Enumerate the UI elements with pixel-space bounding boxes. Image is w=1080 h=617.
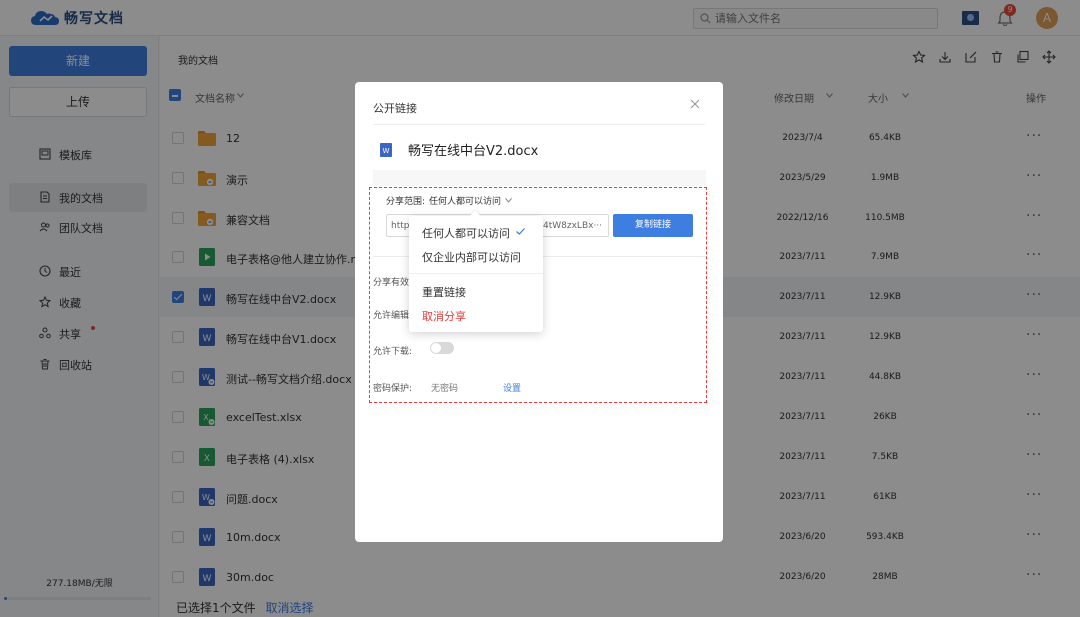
close-icon[interactable] bbox=[689, 98, 701, 110]
info-strip bbox=[373, 170, 706, 186]
set-password-link[interactable]: 设置 bbox=[503, 381, 521, 394]
allow-download-label: 允许下载: bbox=[373, 347, 413, 357]
divider bbox=[409, 273, 543, 274]
share-scope-selector[interactable]: 分享范围: 任何人都可以访问 bbox=[386, 194, 512, 207]
expiry-label: 分享有效 bbox=[373, 278, 410, 288]
share-scope-value[interactable]: 任何人都可以访问 bbox=[429, 194, 501, 207]
shared-document: W 畅写在线中台V2.docx bbox=[380, 140, 538, 159]
check-icon bbox=[516, 228, 525, 235]
share-scope-label: 分享范围: bbox=[386, 197, 426, 207]
svg-text:W: W bbox=[383, 147, 390, 155]
share-link-prefix: http bbox=[391, 220, 410, 231]
scope-option-internal[interactable]: 仅企业内部可以访问 bbox=[422, 249, 521, 265]
dialog-title: 公开链接 bbox=[373, 102, 417, 115]
allow-download-toggle[interactable] bbox=[430, 342, 454, 354]
allow-edit-label: 允许编辑 bbox=[373, 311, 410, 321]
copy-link-button[interactable]: 复制链接 bbox=[613, 214, 693, 237]
chevron-down-icon[interactable] bbox=[505, 197, 512, 204]
cancel-share-option[interactable]: 取消分享 bbox=[422, 308, 466, 324]
share-link-tail: 4tW8zxLBx··· bbox=[543, 221, 603, 231]
document-name: 畅写在线中台V2.docx bbox=[408, 144, 539, 159]
divider bbox=[373, 124, 705, 125]
password-value: 无密码 bbox=[431, 384, 459, 394]
word-file-icon: W bbox=[380, 142, 392, 157]
share-scope-dropdown: 任何人都可以访问 仅企业内部可以访问 重置链接 取消分享 bbox=[409, 216, 543, 332]
scope-option-anyone[interactable]: 任何人都可以访问 bbox=[422, 225, 510, 241]
reset-link-option[interactable]: 重置链接 bbox=[422, 284, 466, 300]
password-protect-label: 密码保护: bbox=[373, 384, 413, 394]
